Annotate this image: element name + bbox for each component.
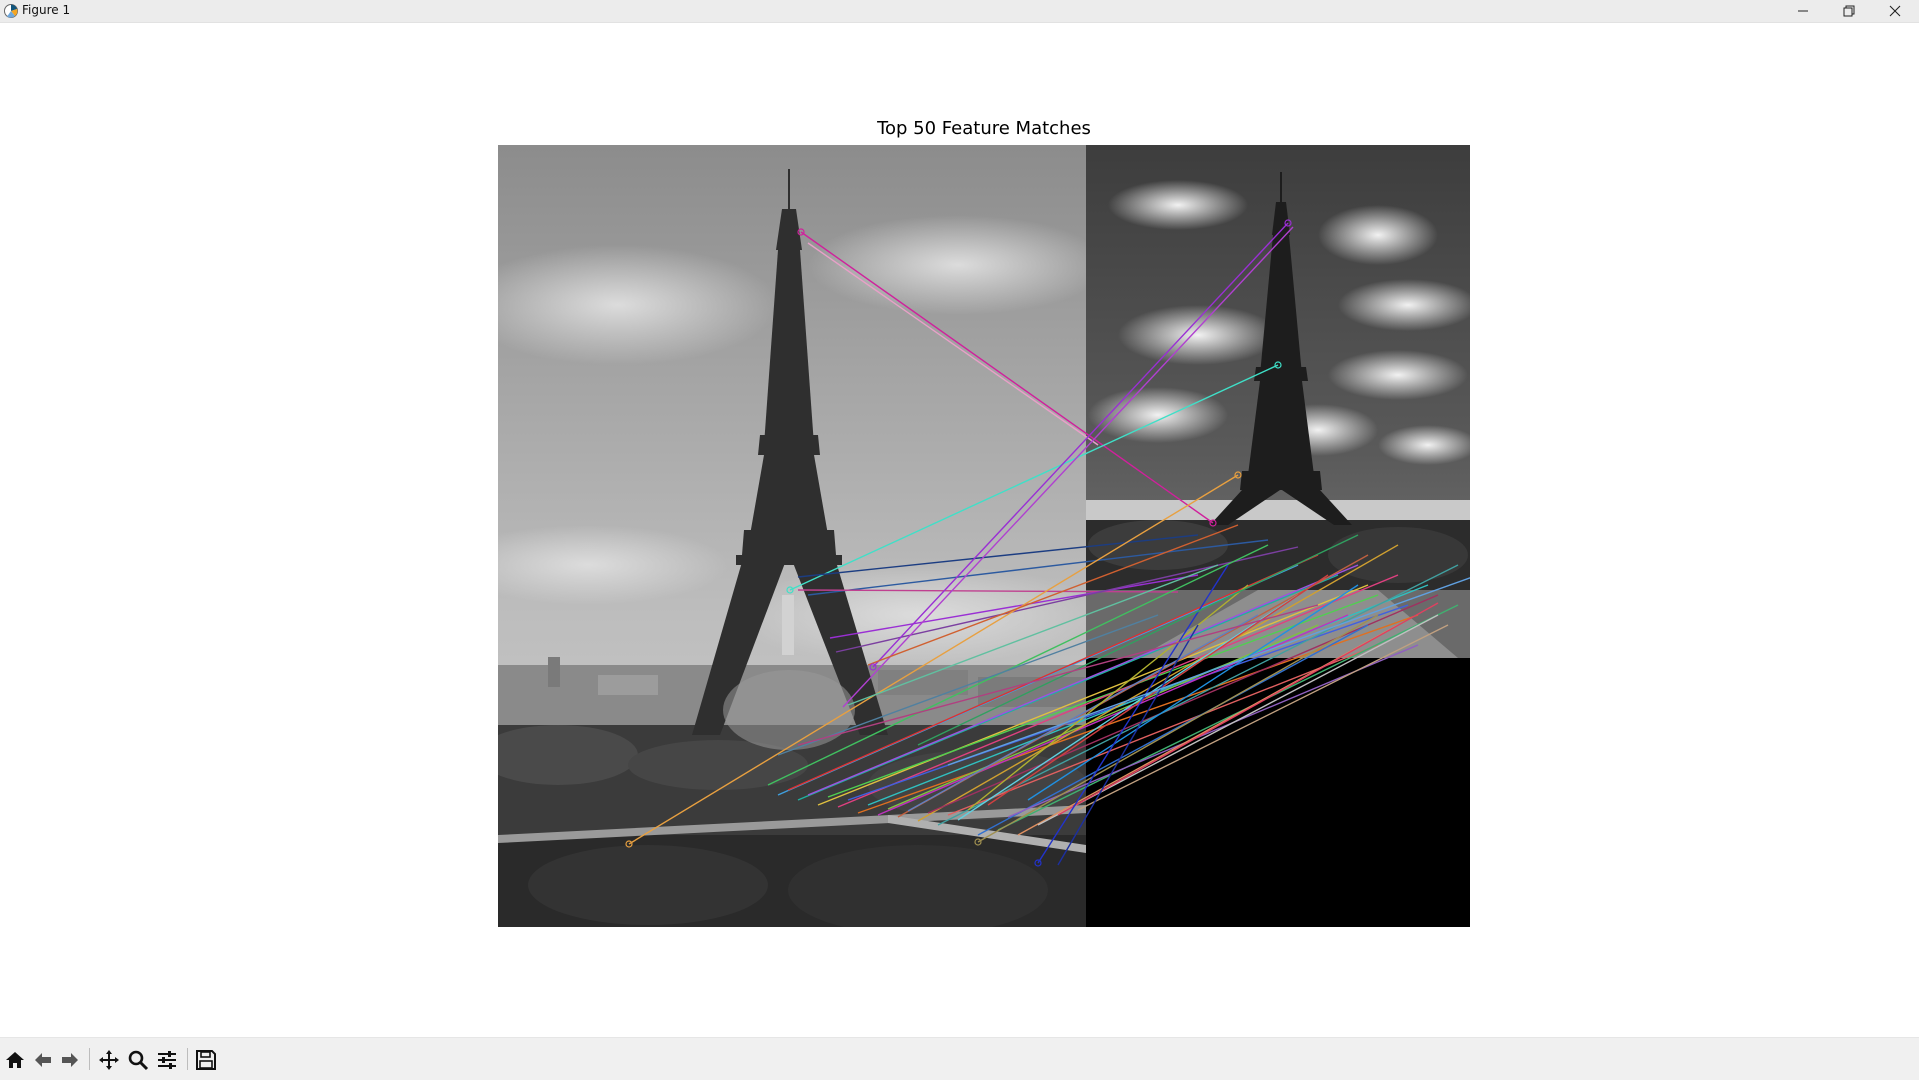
home-button[interactable]: [2, 1047, 28, 1073]
pan-button[interactable]: [96, 1047, 122, 1073]
toolbar-separator: [187, 1048, 188, 1070]
pan-icon: [99, 1050, 119, 1070]
minimize-icon: [1798, 10, 1808, 12]
back-icon: [35, 1053, 51, 1067]
save-icon: [196, 1050, 216, 1070]
right-photo: [1086, 145, 1470, 658]
window-titlebar: Figure 1: [0, 0, 1919, 23]
navigation-toolbar: [0, 1037, 1919, 1080]
maximize-icon: [1843, 5, 1855, 17]
left-photo: [498, 145, 1086, 927]
forward-icon: [62, 1053, 78, 1067]
window-title: Figure 1: [22, 3, 71, 17]
save-button[interactable]: [193, 1047, 219, 1073]
zoom-icon: [128, 1050, 149, 1071]
matches-image: [498, 145, 1479, 927]
zoom-button[interactable]: [125, 1047, 151, 1073]
back-button[interactable]: [30, 1047, 56, 1073]
close-button[interactable]: [1872, 0, 1918, 22]
toolbar-separator: [89, 1048, 90, 1070]
configure-subplots-icon: [158, 1051, 176, 1069]
matplotlib-app-icon: [4, 4, 18, 18]
image-axes[interactable]: [498, 145, 1479, 927]
minimize-button[interactable]: [1780, 0, 1826, 22]
maximize-button[interactable]: [1826, 0, 1872, 22]
home-icon: [6, 1052, 24, 1068]
close-icon: [1889, 5, 1901, 17]
forward-button[interactable]: [57, 1047, 83, 1073]
figure-title: Top 50 Feature Matches: [877, 118, 1091, 139]
configure-subplots-button[interactable]: [154, 1047, 180, 1073]
